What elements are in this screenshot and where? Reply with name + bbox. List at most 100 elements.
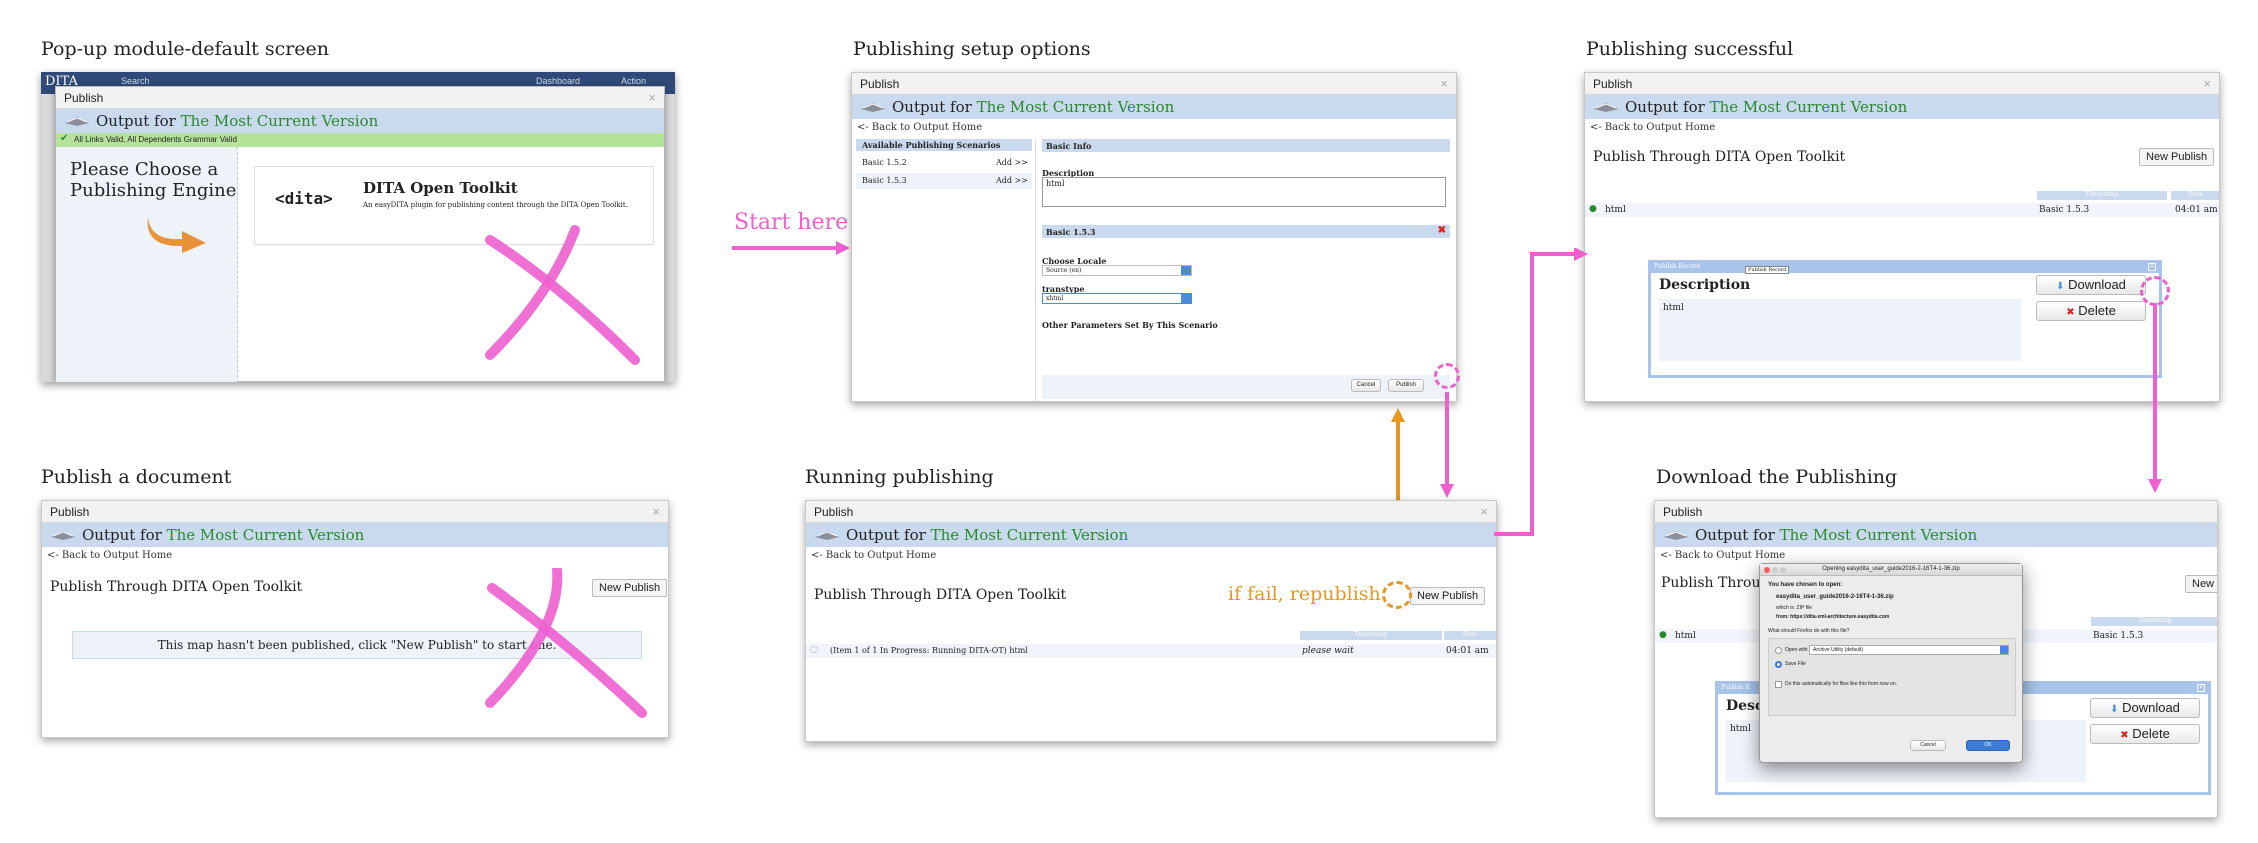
download-button[interactable]: ⬇ Download [2036,275,2146,295]
version-link[interactable]: The Most Current Version [931,526,1129,544]
remove-icon[interactable]: ✖ [1438,225,1446,236]
cancel-button[interactable]: Cancel [1910,740,1946,751]
output-header: Output for The Most Current Version [1655,523,2217,547]
auto-checkbox[interactable] [1775,681,1782,688]
close-icon[interactable]: × [652,504,660,519]
close-icon[interactable]: × [1440,76,1448,91]
delete-icon: ✖ [2066,307,2075,318]
output-header: Output for The Most Current Version [1585,95,2219,119]
available-header: Available Publishing Scenarios [856,139,1032,151]
dialog-titlebar: Publish [1655,501,2217,523]
close-icon[interactable]: × [648,90,656,105]
close-icon[interactable]: × [2203,76,2211,91]
scenario-name: Basic 1.5.3 [862,176,907,185]
dialog-title: Publish [860,77,900,91]
version-link[interactable]: The Most Current Version [181,112,379,130]
version-link[interactable]: The Most Current Version [167,526,365,544]
scenario-row[interactable]: Basic 1.5.2 Add >> [856,155,1032,171]
running-screen: Publish × Output for The Most Current Ver… [805,500,1497,742]
add-scenario-link[interactable]: Add >> [996,176,1028,185]
publish-record-popup: Publish Record × Publish Record Descript… [1648,260,2162,378]
ff-from: from: https://dita-xml-architecture.easy… [1776,614,1890,620]
dialog-titlebar: Publish × [806,501,1496,523]
scenario-form: Basic Info Description html Basic 1.5.3 … [1042,139,1452,401]
publish-button[interactable]: Publish [1388,379,1424,392]
download-button[interactable]: ⬇ Download [2090,698,2200,718]
download-icon: ⬇ [2056,281,2065,292]
date-header: Date [2171,191,2219,200]
description-field[interactable]: html [1042,177,1446,207]
zoom-icon [1780,567,1786,573]
record-titlebar: Publish Record × [1651,263,2159,273]
bg-search[interactable]: Search [121,76,150,86]
close-icon[interactable]: × [2197,684,2205,692]
back-link[interactable]: <- Back to Output Home [806,547,1496,564]
output-for-label: Output for [82,526,162,544]
publish-through-title: Publish Through DITA Open Toolkit [814,587,1067,603]
row-item: html [1675,631,1696,641]
publish-row[interactable]: ● html Basic 1.5.3 04:01 am [1585,203,2219,217]
choose-line1: Please Choose a [70,159,219,180]
locale-value: Source (en) [1046,267,1082,274]
check-circle-icon: ● [1589,204,1597,214]
dialog-title: Publish [64,91,104,105]
choose-line2: Publishing Engine [70,180,237,201]
chevron-down-icon [1181,294,1191,303]
down-arrow-to-running [1440,392,1454,498]
open-with-select[interactable]: Archive Utility (default) [1809,645,2009,655]
delete-button[interactable]: ✖ Delete [2036,301,2146,321]
open-with-radio[interactable] [1775,647,1782,654]
close-icon[interactable] [1764,567,1770,573]
transtype-select[interactable]: xhtml [1042,293,1192,304]
choose-engine-col: Please Choose a Publishing Engine [56,147,238,382]
version-link[interactable]: The Most Current Version [1710,98,1908,116]
dialog-title: Publish [814,505,854,519]
save-file-radio[interactable] [1775,661,1782,668]
download-label: Download [2122,700,2180,715]
version-link[interactable]: The Most Current Version [977,98,1175,116]
engine-title: DITA Open Toolkit [363,179,518,197]
add-scenario-link[interactable]: Add >> [996,158,1028,167]
ff-options: Open with Archive Utility (default) Save… [1768,638,2016,716]
spinner-icon: ◌ [810,645,818,655]
caption-setup: Publishing setup options [853,38,1091,60]
highlight-download [2140,276,2170,306]
date-header: Date [1444,631,1496,640]
timestamp-header: Timestamp [1300,631,1442,640]
caption-download: Download the Publishing [1656,466,1898,488]
open-with-label: Open with [1785,647,1808,653]
ok-button[interactable]: OK [1966,740,2010,751]
back-link[interactable]: <- Back to Output Home [42,547,668,564]
publish-row[interactable]: ◌ (Item 1 of 1 In Progress: Running DITA… [806,644,1496,658]
new-publish-button[interactable]: New Publish [1410,587,1486,605]
output-for-label: Output for [892,98,972,116]
chevron-down-icon [2000,646,2008,654]
book-icon [65,117,89,126]
description-heading: Description [1659,277,1751,293]
record-tooltip: Publish Record [1745,266,1790,274]
book-icon [815,531,839,540]
back-link[interactable]: <- Back to Output Home [852,119,1456,136]
back-link[interactable]: <- Back to Output Home [1585,119,2219,136]
ff-titlebar: Opening easydita_user_guide2016-2-16T4-1… [1760,564,2022,576]
close-icon[interactable]: × [1480,504,1488,519]
open-with-app: Archive Utility (default) [1813,647,1864,653]
cancel-button[interactable]: Cancel [1351,379,1381,392]
download-label: Download [2068,277,2126,292]
download-screen: Publish Output for The Most Current Vers… [1654,500,2218,818]
bg-dashboard[interactable]: Dashboard [536,76,580,86]
bg-action[interactable]: Action [621,76,646,86]
close-icon[interactable]: × [2148,263,2156,271]
row-version: Basic 1.5.3 [2093,631,2144,641]
arrow-to-success [1494,248,1588,536]
delete-button[interactable]: ✖ Delete [2090,724,2200,744]
version-link[interactable]: The Most Current Version [1780,526,1978,544]
back-link[interactable]: <- Back to Output Home [1655,547,2217,564]
scenario-row[interactable]: Basic 1.5.3 Add >> [856,173,1032,189]
publish-through-title: Publish Through DITA Open Toolkit [1593,149,1846,165]
new-publish-button[interactable]: New [2185,575,2217,593]
caption-running: Running publishing [805,466,994,488]
locale-select[interactable]: Source (en) [1042,265,1192,276]
new-publish-button[interactable]: New Publish [2139,148,2215,166]
publish-through-title: Publish Through DITA Open Toolkit [50,579,303,595]
